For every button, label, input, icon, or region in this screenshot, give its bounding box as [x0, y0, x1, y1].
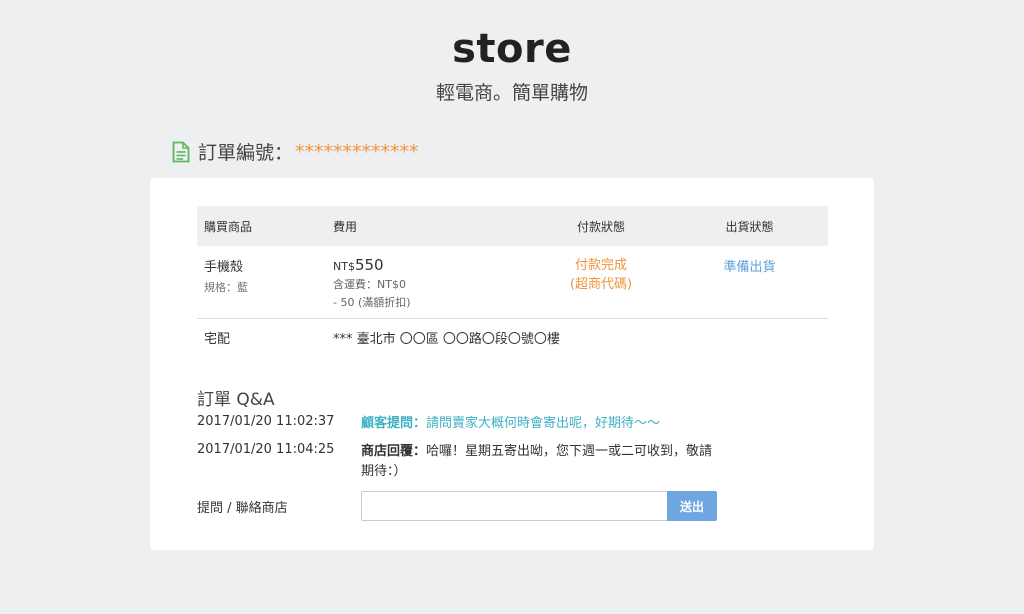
price-value: 550	[354, 256, 384, 274]
qa-timestamp: 2017/01/20 11:04:25	[197, 442, 335, 457]
product-name: 手機殼	[204, 260, 244, 275]
header-delivery-status: 出貨狀態	[725, 219, 774, 234]
qa-label: 商店回覆：	[361, 444, 427, 459]
qa-entry-reply: 2017/01/20 11:04:25 商店回覆：哈囉！星期五寄出呦，您下週一或…	[197, 442, 721, 482]
discount: - 50 (滿額折扣)	[333, 296, 411, 309]
order-card: 購買商品 費用 付款狀態 出貨狀態 手機殼 規格：藍 NT$550 含運費：NT…	[150, 178, 874, 550]
brand-logo[interactable]: store	[0, 26, 1024, 72]
submit-button[interactable]: 送出	[667, 491, 717, 521]
qa-title: 訂單 Q&A	[197, 390, 275, 410]
qa-timestamp: 2017/01/20 11:02:37	[197, 414, 335, 429]
payment-status-cell: 付款完成 (超商代碼)	[531, 256, 671, 318]
currency: NT$	[333, 260, 355, 273]
question-input[interactable]	[361, 491, 667, 521]
table-header: 購買商品 費用 付款狀態 出貨狀態	[197, 206, 828, 246]
order-number: *************	[295, 140, 419, 163]
tagline: 輕電商。簡單購物	[435, 82, 588, 104]
order-number-label: 訂單編號：	[198, 142, 294, 164]
ask-form: 提問 / 聯絡商店 送出	[197, 491, 717, 521]
qa-message: 顧客提問：請問賣家大概何時會寄出呢，好期待〜〜	[361, 414, 721, 434]
order-table: 購買商品 費用 付款狀態 出貨狀態 手機殼 規格：藍 NT$550 含運費：NT…	[197, 206, 828, 355]
cost-cell: NT$550 含運費：NT$0 - 50 (滿額折扣)	[326, 256, 531, 318]
shipping-row: 宅配 *** 臺北市 〇〇區 〇〇路〇段〇號〇樓	[197, 319, 828, 355]
shipping-method: 宅配	[204, 331, 231, 347]
header-payment-status: 付款狀態	[576, 219, 625, 234]
header-product: 購買商品	[204, 219, 253, 234]
qa-label: 顧客提問：	[361, 416, 427, 431]
page: store 輕電商。簡單購物 訂單編號： ************* 購買商品 …	[0, 0, 1024, 614]
shipping-address: *** 臺北市 〇〇區 〇〇路〇段〇號〇樓	[333, 331, 560, 347]
payment-status: 付款完成	[574, 258, 627, 273]
table-row: 手機殼 規格：藍 NT$550 含運費：NT$0 - 50 (滿額折扣) 付款完…	[197, 246, 828, 319]
delivery-status-cell: 準備出貨	[671, 256, 828, 318]
payment-method: (超商代碼)	[569, 277, 633, 292]
qa-message: 商店回覆：哈囉！星期五寄出呦，您下週一或二可收到，敬請期待：）	[361, 442, 721, 482]
qa-text: 請問賣家大概何時會寄出呢，好期待〜〜	[426, 416, 661, 431]
price: NT$550	[333, 256, 531, 274]
document-icon	[172, 141, 190, 162]
product-spec: 規格：藍	[204, 281, 248, 294]
ask-label: 提問 / 聯絡商店	[197, 500, 288, 516]
shipping-fee: 含運費：NT$0	[333, 278, 406, 291]
order-title: 訂單編號： *************	[172, 138, 419, 165]
header-cost: 費用	[333, 219, 358, 234]
product-cell: 手機殼 規格：藍	[197, 256, 326, 318]
qa-entry-question: 2017/01/20 11:02:37 顧客提問：請問賣家大概何時會寄出呢，好期…	[197, 414, 721, 434]
delivery-status: 準備出貨	[723, 260, 776, 275]
